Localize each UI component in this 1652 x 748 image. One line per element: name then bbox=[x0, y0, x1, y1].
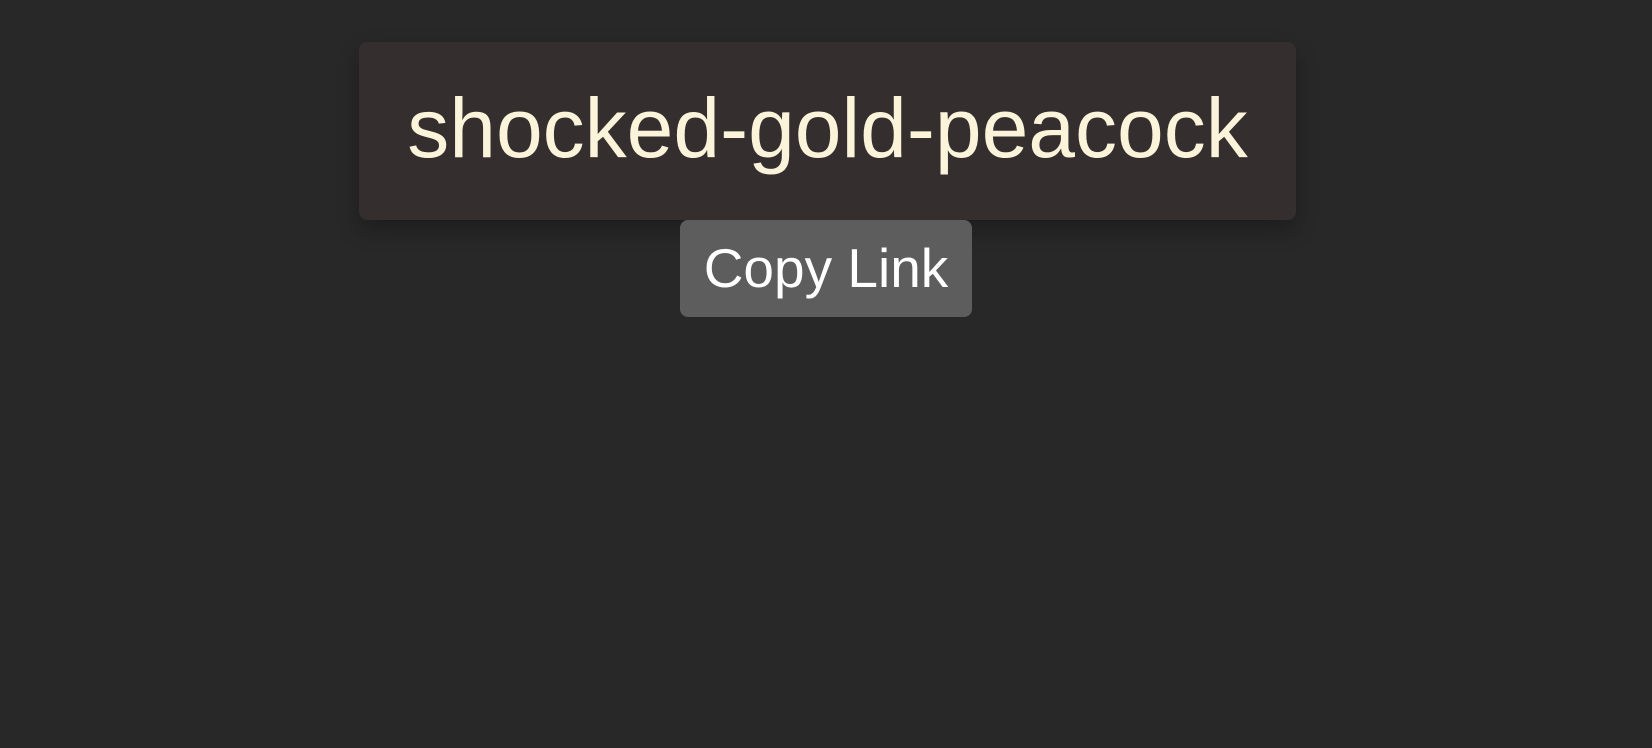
generated-name-text: shocked-gold-peacock bbox=[407, 81, 1248, 175]
page: shocked-gold-peacock Copy Link bbox=[0, 0, 1652, 748]
generated-name-card: shocked-gold-peacock bbox=[359, 42, 1296, 220]
copy-link-button[interactable]: Copy Link bbox=[680, 220, 972, 317]
